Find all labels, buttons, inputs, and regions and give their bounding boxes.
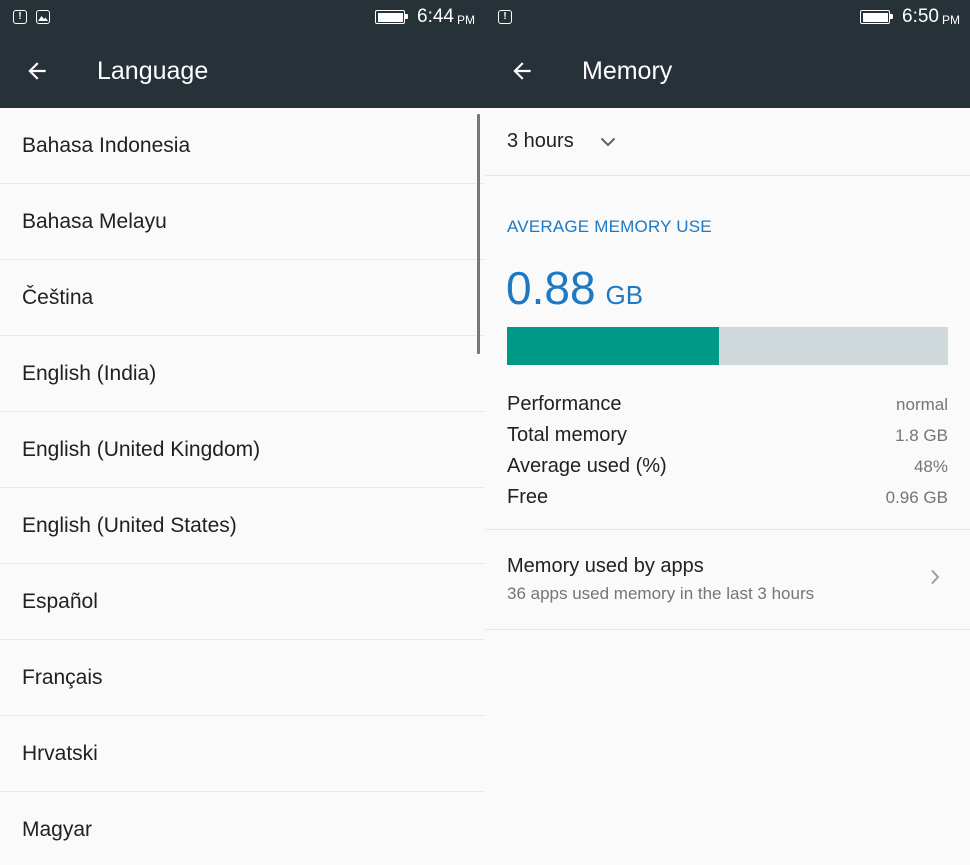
average-memory-number: 0.88 xyxy=(506,262,596,314)
stat-value: normal xyxy=(896,394,948,414)
language-item[interactable]: Magyar xyxy=(0,792,485,865)
status-time: 6:50 xyxy=(902,6,939,27)
battery-icon xyxy=(860,10,894,24)
stat-row: Total memory 1.8 GB xyxy=(507,420,948,451)
language-item[interactable]: English (United Kingdom) xyxy=(0,412,485,488)
status-ampm: PM xyxy=(457,12,475,27)
back-button[interactable] xyxy=(485,34,561,108)
app-bar: Language xyxy=(0,34,485,108)
language-list: Bahasa Indonesia Bahasa Melayu Čeština E… xyxy=(0,108,485,865)
language-item[interactable]: English (India) xyxy=(0,336,485,412)
stat-label: Average used (%) xyxy=(507,455,667,477)
memory-screen: ! 6:50 PM Memory 3 hours AVERAGE MEMORY … xyxy=(485,0,970,865)
back-button[interactable] xyxy=(0,34,76,108)
apps-title: Memory used by apps xyxy=(507,555,704,577)
status-time: 6:44 xyxy=(417,6,454,27)
battery-icon xyxy=(375,10,409,24)
chevron-right-icon xyxy=(930,569,940,590)
app-bar: Memory xyxy=(485,34,970,108)
apps-text: Memory used by apps 36 apps used memory … xyxy=(507,555,814,604)
memory-usage-bar-fill xyxy=(507,327,719,365)
arrow-back-icon xyxy=(28,62,46,80)
stat-row: Average used (%) 48% xyxy=(507,451,948,482)
arrow-back-icon xyxy=(513,62,531,80)
alert-icon: ! xyxy=(498,10,512,24)
period-dropdown[interactable]: 3 hours xyxy=(485,108,970,176)
stat-value: 0.96 GB xyxy=(885,487,948,507)
language-item[interactable]: Hrvatski xyxy=(0,716,485,792)
stat-label: Total memory xyxy=(507,424,628,446)
period-value: 3 hours xyxy=(507,130,574,152)
language-item[interactable]: Čeština xyxy=(0,260,485,336)
image-icon xyxy=(36,10,50,24)
language-item[interactable]: Bahasa Melayu xyxy=(0,184,485,260)
stat-value: 48% xyxy=(913,456,948,476)
page-title: Language xyxy=(97,56,209,85)
status-ampm: PM xyxy=(942,12,960,27)
language-item[interactable]: Français xyxy=(0,640,485,716)
alert-icon: ! xyxy=(13,10,27,24)
average-memory-unit: GB xyxy=(605,280,644,310)
apps-subtitle: 36 apps used memory in the last 3 hours xyxy=(507,584,815,603)
language-screen: ! 6:44 PM Language Bahasa Indonesia Baha… xyxy=(0,0,485,865)
language-item[interactable]: English (United States) xyxy=(0,488,485,564)
stat-row: Free 0.96 GB xyxy=(507,482,948,513)
stat-label: Free xyxy=(507,486,549,508)
chevron-down-icon xyxy=(600,130,616,153)
page-title: Memory xyxy=(582,56,673,85)
stat-row: Performance normal xyxy=(507,389,948,420)
language-item[interactable]: Español xyxy=(0,564,485,640)
scrollbar[interactable] xyxy=(477,114,480,354)
average-memory-value: 0.88 GB xyxy=(485,261,970,315)
language-item[interactable]: Bahasa Indonesia xyxy=(0,108,485,184)
memory-stats: Performance normal Total memory 1.8 GB A… xyxy=(485,389,970,513)
section-heading: AVERAGE MEMORY USE xyxy=(507,217,712,236)
status-bar: ! 6:50 PM xyxy=(485,0,970,34)
memory-usage-bar xyxy=(507,327,948,365)
stat-label: Performance xyxy=(507,393,622,415)
stat-value: 1.8 GB xyxy=(895,425,948,445)
status-bar: ! 6:44 PM xyxy=(0,0,485,34)
memory-used-by-apps-item[interactable]: Memory used by apps 36 apps used memory … xyxy=(485,530,970,630)
